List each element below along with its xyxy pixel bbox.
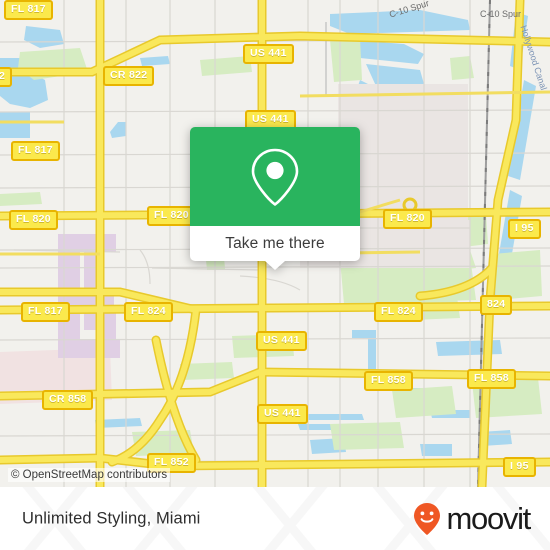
road-shield: US 441: [243, 44, 294, 64]
road-shield: FL 817: [4, 0, 53, 20]
road-shield: FL 858: [467, 369, 516, 389]
road-shield: US 441: [256, 331, 307, 351]
osm-attribution[interactable]: © OpenStreetMap contributors: [8, 468, 171, 482]
road-shield: FL 817: [11, 141, 60, 161]
road-shield: US 441: [257, 404, 308, 424]
moovit-logo[interactable]: moovit: [412, 501, 531, 536]
map-pin-icon: [251, 148, 299, 206]
moovit-wordmark: moovit: [446, 501, 531, 536]
take-me-there-label: Take me there: [225, 234, 325, 252]
map-label: C-10 Spur: [480, 9, 522, 19]
road-shield: FL 824: [374, 302, 423, 322]
road-shield: FL 820: [147, 206, 196, 226]
popup-icon-panel: [190, 127, 360, 226]
road-shield: CR 822: [103, 66, 155, 86]
road-shield: FL 824: [124, 302, 173, 322]
road-shield: FL 817: [21, 302, 70, 322]
take-me-there-button[interactable]: Take me there: [190, 226, 360, 261]
place-title: Unlimited Styling, Miami: [22, 509, 201, 527]
road-shield: I 95: [508, 219, 541, 239]
road-shield: 824: [480, 295, 513, 315]
footer-bar: Unlimited Styling, Miami moovit: [0, 487, 550, 550]
moovit-smiley-pin-icon: [414, 502, 441, 535]
road-shield: FL 858: [364, 371, 413, 391]
popup-pointer-tail: [265, 261, 285, 270]
map-canvas[interactable]: FL 817 2 CR 822 US 441 US 441 FL 817 FL 820 FL …: [0, 0, 550, 487]
road-shield: I 95: [503, 457, 536, 477]
road-shield: CR 858: [42, 390, 94, 410]
moovit-place-card: FL 817 2 CR 822 US 441 US 441 FL 817 FL 820 FL …: [0, 0, 550, 550]
road-shield: FL 820: [383, 209, 432, 229]
road-shield: 2: [0, 67, 13, 87]
road-shield: FL 820: [9, 210, 58, 230]
place-popup-card[interactable]: Take me there: [190, 127, 360, 270]
